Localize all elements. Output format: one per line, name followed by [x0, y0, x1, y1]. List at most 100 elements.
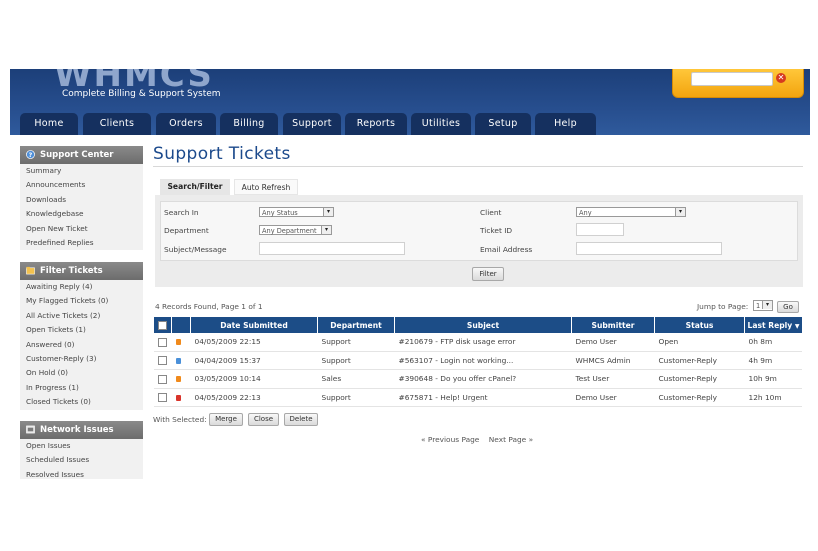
- row-checkbox[interactable]: [158, 393, 168, 402]
- subject-link[interactable]: #675871 - Help! Urgent: [394, 388, 572, 407]
- sidebar-item-open[interactable]: Open Tickets (1): [20, 323, 143, 337]
- department-label: Department: [164, 226, 209, 235]
- column-department[interactable]: Department: [317, 317, 395, 333]
- sidebar-item-downloads[interactable]: Downloads: [20, 193, 143, 207]
- close-icon[interactable]: ✕: [776, 73, 786, 83]
- sidebar-item-resolved-issues[interactable]: Resolved Issues: [20, 468, 143, 479]
- column-status[interactable]: Status: [654, 317, 745, 333]
- network-icon: [26, 425, 35, 434]
- column-last-reply[interactable]: Last Reply ▼: [744, 317, 802, 333]
- sidebar-item-customer-reply[interactable]: Customer-Reply (3): [20, 352, 143, 366]
- go-button[interactable]: Go: [777, 301, 799, 313]
- flag-icon[interactable]: [175, 339, 181, 346]
- search-in-label: Search In: [164, 208, 199, 217]
- last-reply-cell: 12h 10m: [744, 388, 802, 407]
- flag-icon[interactable]: [175, 394, 181, 401]
- folder-icon: [26, 266, 35, 275]
- flag-icon[interactable]: [175, 357, 181, 364]
- department-select[interactable]: Any Department ▾: [259, 225, 332, 235]
- sidebar-item-open-issues[interactable]: Open Issues: [20, 439, 143, 453]
- column-date[interactable]: Date Submitted: [190, 317, 318, 333]
- date-cell: 04/04/2009 15:37: [190, 351, 318, 370]
- email-input[interactable]: [576, 242, 722, 255]
- flag-icon[interactable]: [175, 376, 181, 383]
- sidebar-item-summary[interactable]: Summary: [20, 164, 143, 178]
- sidebar-item-predefined-replies[interactable]: Predefined Replies: [20, 236, 143, 250]
- status-cell: Open: [654, 333, 745, 352]
- nav-tab-home[interactable]: Home: [20, 113, 78, 135]
- nav-tab-utilities[interactable]: Utilities: [411, 113, 471, 135]
- flag-cell: [171, 388, 191, 407]
- subject-link[interactable]: #563107 - Login not working...: [394, 351, 572, 370]
- tab-search-filter[interactable]: Search/Filter: [160, 179, 230, 195]
- filter-button[interactable]: Filter: [472, 267, 504, 281]
- column-subject[interactable]: Subject: [394, 317, 572, 333]
- chevron-down-icon: ▾: [323, 208, 333, 216]
- subject-link[interactable]: #390648 - Do you offer cPanel?: [394, 369, 572, 389]
- quick-search-box: ✕: [672, 69, 804, 98]
- next-page-link[interactable]: Next Page »: [489, 435, 533, 444]
- date-cell: 04/05/2009 22:15: [190, 333, 318, 352]
- tab-auto-refresh[interactable]: Auto Refresh: [234, 179, 298, 195]
- ticket-id-input[interactable]: [576, 223, 624, 236]
- column-submitter[interactable]: Submitter: [571, 317, 655, 333]
- department-cell: Support: [317, 333, 395, 352]
- merge-button[interactable]: Merge: [209, 413, 243, 426]
- nav-tab-setup[interactable]: Setup: [475, 113, 531, 135]
- subject-link[interactable]: #210679 - FTP disk usage error: [394, 333, 572, 352]
- last-reply-cell: 10h 9m: [744, 369, 802, 389]
- status-cell: Customer-Reply: [654, 388, 745, 407]
- page-select[interactable]: 1 ▾: [753, 300, 773, 311]
- sidebar-item-on-hold[interactable]: On Hold (0): [20, 366, 143, 380]
- nav-tab-clients[interactable]: Clients: [83, 113, 151, 135]
- submitter-cell: Test User: [571, 369, 655, 389]
- row-checkbox[interactable]: [158, 356, 168, 365]
- row-checkbox[interactable]: [158, 374, 168, 384]
- quick-search-input[interactable]: [691, 72, 773, 86]
- client-select[interactable]: Any ▾: [576, 207, 686, 217]
- client-label: Client: [480, 208, 502, 217]
- select-all-checkbox[interactable]: [158, 320, 167, 330]
- jump-label: Jump to Page:: [697, 302, 749, 311]
- table-row[interactable]: 04/04/2009 15:37 Support #563107 - Login n…: [154, 351, 802, 370]
- nav-tab-billing[interactable]: Billing: [220, 113, 278, 135]
- sidebar-item-answered[interactable]: Answered (0): [20, 338, 143, 352]
- ticket-id-label: Ticket ID: [480, 226, 513, 235]
- sidebar-heading: ? Support Center: [20, 146, 143, 164]
- filter-panel: Search In Any Status ▾ Department Any De…: [155, 195, 803, 287]
- sidebar-item-awaiting-reply[interactable]: Awaiting Reply (4): [20, 280, 143, 294]
- nav-tab-help[interactable]: Help: [535, 113, 596, 135]
- delete-button[interactable]: Delete: [284, 413, 318, 426]
- sidebar-item-open-new-ticket[interactable]: Open New Ticket: [20, 222, 143, 236]
- department-cell: Sales: [317, 369, 395, 389]
- email-label: Email Address: [480, 245, 533, 254]
- sidebar-item-announcements[interactable]: Announcements: [20, 178, 143, 192]
- nav-tab-reports[interactable]: Reports: [345, 113, 407, 135]
- table-row[interactable]: 04/05/2009 22:13 Support #675871 - Help! U…: [154, 388, 802, 407]
- row-select-cell: [154, 333, 172, 352]
- page-title: Support Tickets: [153, 144, 291, 164]
- tagline: Complete Billing & Support System: [62, 89, 221, 99]
- sidebar-item-knowledgebase[interactable]: Knowledgebase: [20, 207, 143, 221]
- row-checkbox[interactable]: [158, 337, 168, 347]
- help-icon: ?: [26, 150, 35, 159]
- subject-label: Subject/Message: [164, 245, 227, 254]
- table-row[interactable]: 03/05/2009 10:14 Sales #390648 - Do you of…: [154, 369, 802, 389]
- previous-page-link[interactable]: « Previous Page: [421, 435, 479, 444]
- nav-tab-support[interactable]: Support: [283, 113, 341, 135]
- sidebar-item-in-progress[interactable]: In Progress (1): [20, 381, 143, 395]
- tickets-body: 04/05/2009 22:15 Support #210679 - FTP dis…: [154, 333, 802, 407]
- chevron-down-icon: ▾: [675, 208, 685, 216]
- pagination: « Previous Page Next Page »: [421, 435, 533, 444]
- nav-tab-orders[interactable]: Orders: [156, 113, 216, 135]
- sidebar-item-all-active[interactable]: All Active Tickets (2): [20, 309, 143, 323]
- sidebar-item-flagged[interactable]: My Flagged Tickets (0): [20, 294, 143, 308]
- date-cell: 04/05/2009 22:13: [190, 388, 318, 407]
- flag-cell: [171, 333, 191, 352]
- subject-input[interactable]: [259, 242, 405, 255]
- search-in-select[interactable]: Any Status ▾: [259, 207, 334, 217]
- sidebar-item-closed[interactable]: Closed Tickets (0): [20, 395, 143, 409]
- table-row[interactable]: 04/05/2009 22:15 Support #210679 - FTP dis…: [154, 333, 802, 352]
- sidebar-item-scheduled-issues[interactable]: Scheduled Issues: [20, 453, 143, 467]
- close-button[interactable]: Close: [248, 413, 279, 426]
